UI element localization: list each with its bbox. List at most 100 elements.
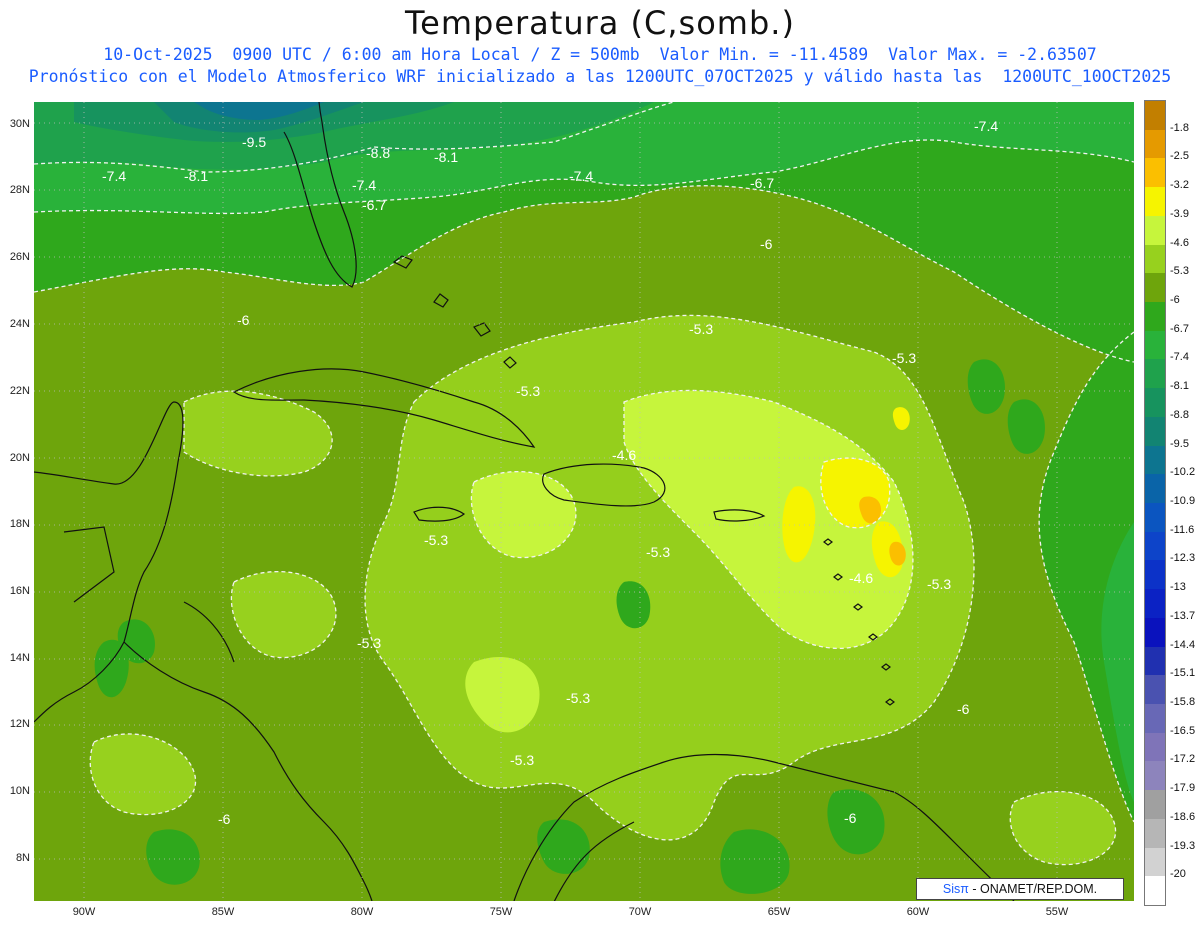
lon-label: 55W	[1045, 906, 1069, 918]
colorbar-label: -13	[1170, 581, 1186, 594]
lon-label: 65W	[767, 906, 791, 918]
colorbar-label: -3.9	[1170, 207, 1189, 220]
colorbar-label: -6.7	[1170, 322, 1189, 335]
contour-label: -8.8	[366, 145, 390, 161]
contour-label: -7.4	[102, 168, 126, 184]
valid-time-line: 10-Oct-2025 0900 UTC / 6:00 am Hora Loca…	[103, 45, 1097, 64]
lon-label: 90W	[72, 906, 96, 918]
credit-box: Sisπ - ONAMET/REP.DOM.	[916, 878, 1124, 900]
colorbar-segment	[1145, 244, 1165, 274]
contour-label: -6	[760, 236, 773, 252]
colorbar-segment	[1145, 187, 1165, 217]
colorbar-label: -15.8	[1170, 696, 1196, 708]
lon-label: 75W	[489, 906, 513, 918]
colorbar-label: -19.3	[1170, 839, 1196, 852]
colorbar-segment	[1145, 388, 1165, 418]
colorbar-label: -8.8	[1170, 408, 1189, 421]
colorbar-label: -2.5	[1170, 150, 1189, 163]
colorbar-segment	[1145, 474, 1165, 504]
colorbar-label: -8.1	[1170, 380, 1189, 393]
colorbar-segment	[1145, 101, 1165, 131]
lat-label: 22N	[9, 385, 30, 397]
colorbar-label: -10.2	[1170, 466, 1196, 479]
colorbar-segment	[1145, 129, 1165, 159]
lon-label: 60W	[906, 906, 930, 918]
colorbar-label: -5.3	[1170, 265, 1189, 278]
colorbar-label: -4.6	[1170, 236, 1189, 249]
colorbar-label: -11.6	[1170, 523, 1195, 536]
colorbar-segment	[1145, 704, 1165, 734]
contour-label: -7.4	[569, 168, 593, 184]
colorbar-label: -7.4	[1170, 351, 1189, 364]
lon-label: 70W	[628, 906, 652, 918]
lat-label: 8N	[15, 852, 30, 864]
colorbar-segment	[1145, 589, 1165, 619]
colorbar-label: -17.2	[1170, 753, 1196, 766]
colorbar-label: -18.6	[1170, 810, 1196, 823]
colorbar-segment	[1145, 158, 1165, 188]
contour-label: -4.6	[612, 447, 636, 463]
contour-label: -6.7	[362, 197, 386, 213]
colorbar-segment	[1145, 876, 1165, 906]
contour-label: -5.3	[689, 321, 713, 337]
lat-label: 30N	[9, 118, 30, 130]
contour-label: -5.3	[566, 690, 590, 706]
lat-label: 24N	[9, 318, 30, 330]
contour-label: -8.1	[434, 149, 458, 165]
colorbar-segment	[1145, 273, 1165, 303]
colorbar-segment	[1145, 359, 1165, 389]
contour-label: -5.3	[357, 635, 381, 651]
lon-label: 80W	[350, 906, 374, 918]
contour-label: -5.3	[510, 752, 534, 768]
contour-label: -6	[844, 810, 857, 826]
colorbar-label: -20	[1170, 868, 1186, 881]
colorbar-label: -13.7	[1170, 609, 1196, 622]
lat-label: 16N	[9, 585, 30, 597]
colorbar-label: -3.2	[1170, 179, 1189, 192]
colorbar-segment	[1145, 790, 1165, 820]
colorbar-segment	[1145, 560, 1165, 590]
contour-label: -8.1	[184, 168, 208, 184]
map-title: Temperatura (C,somb.)	[405, 4, 795, 42]
lat-label: 18N	[9, 518, 30, 530]
lat-label: 28N	[9, 184, 30, 196]
colorbar-label: -14.4	[1170, 638, 1196, 651]
contour-label: -7.4	[974, 118, 998, 134]
colorbar	[1144, 100, 1166, 906]
colorbar-segment	[1145, 847, 1165, 877]
credit-brand: Sisπ	[942, 882, 969, 896]
lon-label: 85W	[211, 906, 235, 918]
colorbar-segment	[1145, 302, 1165, 332]
colorbar-segment	[1145, 675, 1165, 705]
colorbar-segment	[1145, 646, 1165, 676]
colorbar-segment	[1145, 617, 1165, 648]
contour-label: -5.3	[927, 576, 951, 592]
contour-label: -7.4	[352, 177, 376, 193]
colorbar-label: -17.9	[1170, 782, 1196, 795]
colorbar-segment	[1145, 732, 1165, 762]
contour-label: -6	[218, 811, 231, 827]
colorbar-segment	[1145, 330, 1165, 360]
colorbar-label: -16.5	[1170, 724, 1196, 737]
lat-label: 12N	[9, 718, 30, 730]
lat-label: 26N	[9, 251, 30, 263]
colorbar-label: -10.9	[1170, 495, 1196, 507]
colorbar-segment	[1145, 215, 1165, 246]
lat-label: 20N	[9, 452, 30, 464]
colorbar-label: -15.1	[1170, 667, 1196, 680]
colorbar-segment	[1145, 445, 1165, 475]
contour-label: -6	[237, 312, 250, 328]
contour-label: -5.3	[892, 350, 916, 366]
colorbar-label: -12.3	[1170, 552, 1196, 565]
lat-label: 10N	[9, 785, 30, 797]
colorbar-segment	[1145, 531, 1165, 561]
contour-label: -5.3	[424, 532, 448, 548]
temperature-map: -9.5 -8.8 -8.1 -7.4 -8.1 -7.4 -6.7 -7.4 …	[34, 102, 1134, 901]
contour-label: -6.7	[750, 175, 774, 191]
contour-label: -5.3	[646, 544, 670, 560]
lat-label: 14N	[9, 652, 30, 664]
colorbar-segment	[1145, 818, 1165, 849]
colorbar-label: -6	[1170, 294, 1180, 306]
contour-label: -4.6	[849, 570, 873, 586]
contour-label: -9.5	[242, 134, 266, 150]
